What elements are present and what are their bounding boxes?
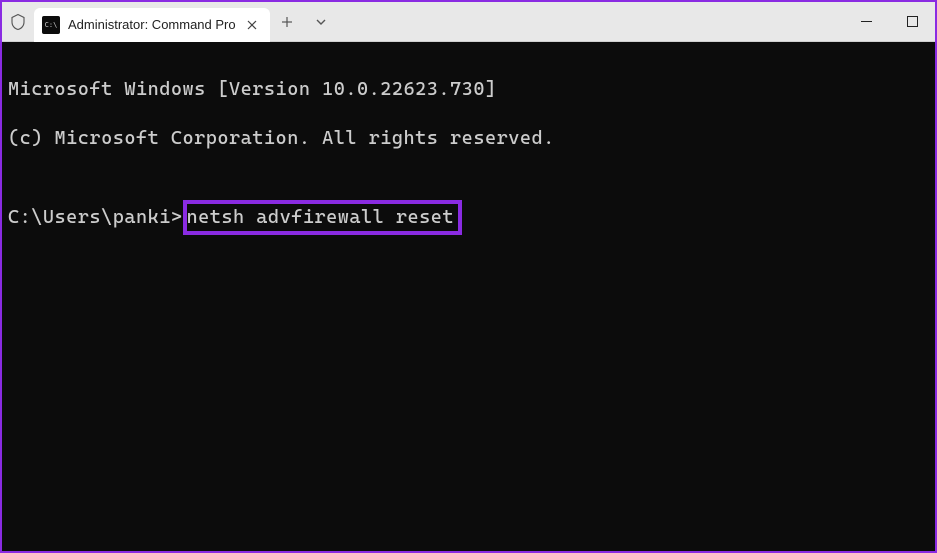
new-tab-button[interactable] xyxy=(270,2,304,42)
maximize-button[interactable] xyxy=(889,2,935,42)
terminal-line: (c) Microsoft Corporation. All rights re… xyxy=(8,126,929,151)
minimize-button[interactable] xyxy=(843,2,889,42)
window-controls xyxy=(843,2,935,42)
cmd-icon: C:\ xyxy=(42,16,60,34)
active-tab[interactable]: C:\ Administrator: Command Pro xyxy=(34,8,270,42)
command-input[interactable]: netsh advfirewall reset xyxy=(183,200,463,235)
tab-actions xyxy=(270,2,338,42)
prompt: C:\Users\panki> xyxy=(8,206,183,228)
close-tab-button[interactable] xyxy=(244,17,260,33)
terminal-line: Microsoft Windows [Version 10.0.22623.73… xyxy=(8,77,929,102)
terminal-output[interactable]: Microsoft Windows [Version 10.0.22623.73… xyxy=(2,42,935,551)
titlebar: C:\ Administrator: Command Pro xyxy=(2,2,935,42)
tab-title: Administrator: Command Pro xyxy=(68,17,236,32)
tab-dropdown-button[interactable] xyxy=(304,2,338,42)
shield-icon xyxy=(2,13,34,31)
